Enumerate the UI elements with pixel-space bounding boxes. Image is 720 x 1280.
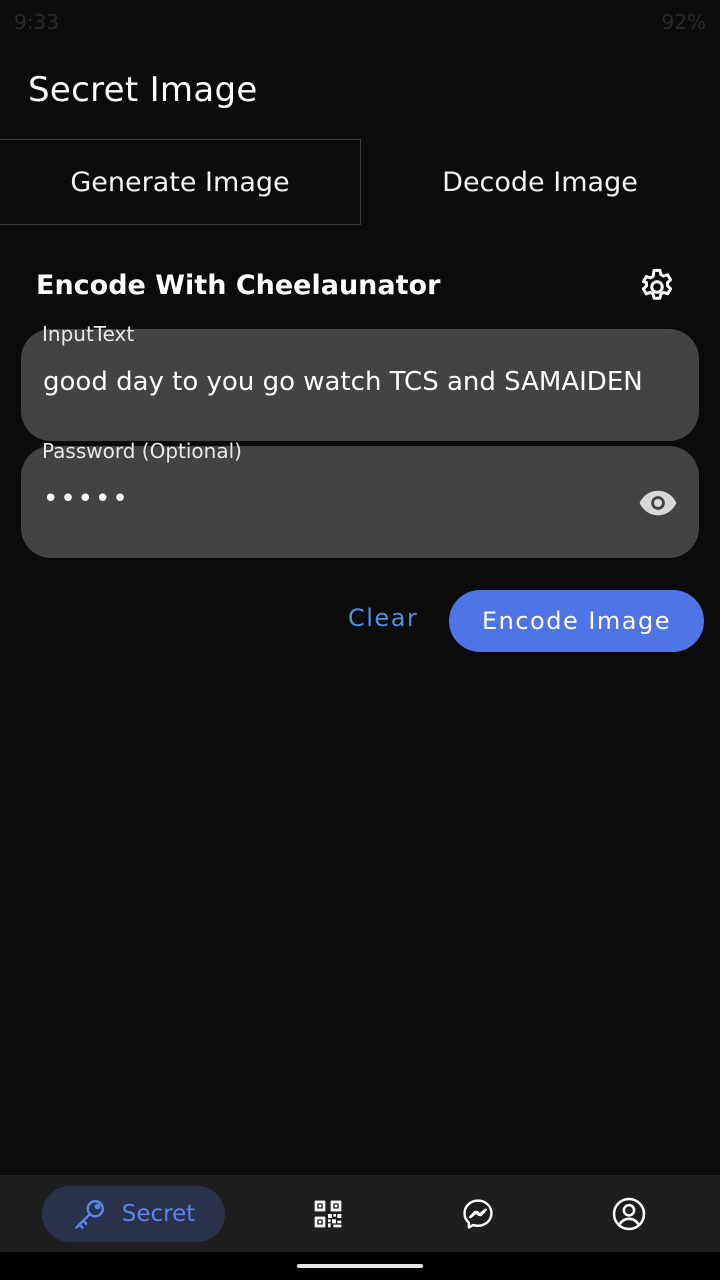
- status-time: 9:33: [14, 10, 59, 34]
- profile-icon: [612, 1197, 646, 1230]
- section-title: Encode With Cheelaunator: [36, 270, 441, 301]
- eye-icon: [639, 490, 677, 516]
- status-bar: 9:33 92%: [0, 0, 720, 42]
- input-text-value[interactable]: good day to you go watch TCS and SAMAIDE…: [43, 367, 643, 397]
- status-battery: 92%: [661, 10, 706, 34]
- nav-item-secret-label: Secret: [121, 1201, 196, 1227]
- settings-button[interactable]: [636, 266, 678, 308]
- page-title: Secret Image: [28, 70, 258, 110]
- password-value[interactable]: •••••: [43, 484, 130, 514]
- input-text-label: InputText: [42, 322, 135, 346]
- nav-item-qr-code[interactable]: [303, 1175, 353, 1252]
- nav-item-messenger[interactable]: [453, 1175, 503, 1252]
- encode-image-button[interactable]: Encode Image: [449, 590, 704, 652]
- messenger-icon: [463, 1198, 493, 1229]
- clear-button[interactable]: Clear: [348, 604, 418, 632]
- qr-code-icon: [314, 1200, 342, 1227]
- nav-item-profile[interactable]: [604, 1175, 654, 1252]
- home-indicator: [0, 1252, 720, 1280]
- tab-bar: Generate Image Decode Image: [0, 139, 720, 225]
- tab-generate-image[interactable]: Generate Image: [0, 139, 361, 225]
- key-icon: [75, 1200, 104, 1229]
- tab-decode-image[interactable]: Decode Image: [360, 139, 720, 225]
- nav-item-secret[interactable]: Secret: [42, 1186, 225, 1242]
- toggle-password-visibility-button[interactable]: [637, 482, 679, 524]
- password-label: Password (Optional): [42, 439, 242, 463]
- gear-icon: [641, 268, 673, 300]
- bottom-navigation: Secret: [0, 1175, 720, 1252]
- home-bar[interactable]: [297, 1264, 423, 1268]
